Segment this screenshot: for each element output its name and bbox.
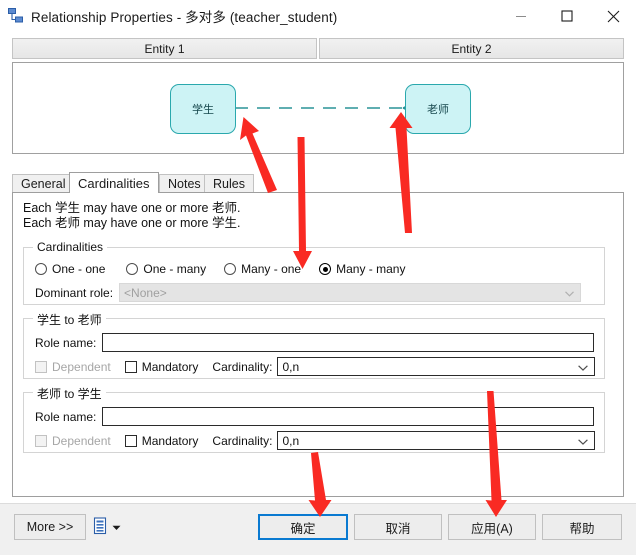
ok-button[interactable]: 确定 [258,514,348,540]
role-name-input-t2s[interactable] [102,407,595,426]
entity-box-teacher-label: 老师 [427,104,449,116]
tab-strip: General Cardinalities Notes Rules [12,172,624,193]
entity-2-button[interactable]: Entity 2 [319,38,624,59]
print-menu-button[interactable] [92,515,134,539]
relationship-diagram-canvas[interactable]: 学生 老师 [12,62,624,154]
ok-button-label: 确定 [290,521,316,536]
radio-one-one-label: One - one [52,262,106,276]
entity-box-student-label: 学生 [192,104,214,116]
description-line-2: Each 老师 may have one or more 学生. [23,216,241,230]
window-title: Relationship Properties - 多对多 (teacher_s… [31,10,338,25]
role-name-label-s2t: Role name: [35,335,97,350]
cardinality-radio-group: One - one One - many Many - one Many - m… [35,262,423,276]
chevron-down-icon [578,360,588,374]
role-name-label-t2s: Role name: [35,409,97,424]
tab-cardinalities[interactable]: Cardinalities [69,172,159,193]
entity-1-label: Entity 1 [144,41,185,56]
radio-many-many-label: Many - many [336,262,406,276]
radio-many-one[interactable]: Many - one [224,262,301,276]
apply-button-label: 应用(A) [471,521,513,536]
radio-many-one-label: Many - one [241,262,302,276]
cardinality-select-t2s[interactable]: 0,n [277,431,595,450]
window-controls [498,0,636,32]
checkbox-dependent-s2t-box [35,360,47,373]
tab-notes-label: Notes [168,177,201,191]
radio-many-many-dot [319,263,332,275]
chevron-down-icon [112,520,121,534]
cardinality-value-t2s: 0,n [282,433,300,448]
role-name-row-t2s: Role name: [35,407,595,426]
print-document-icon [92,516,108,538]
checkbox-mandatory-s2t[interactable]: Mandatory [124,359,199,374]
checkbox-dependent-t2s[interactable]: Dependent [35,434,111,448]
radio-many-many[interactable]: Many - many [319,262,405,276]
radio-one-one[interactable]: One - one [35,262,105,276]
role-group-teacher-to-student: 老师 to 学生 Role name: Dependent Mandatory … [23,385,605,453]
tab-rules[interactable]: Rules [204,174,254,193]
cardinality-label-s2t: Cardinality: [212,359,273,374]
checkbox-dependent-s2t[interactable]: Dependent [35,360,111,374]
checkbox-mandatory-t2s[interactable]: Mandatory [124,433,199,448]
entity-box-teacher[interactable]: 老师 [405,84,471,134]
entity-2-label: Entity 2 [451,41,492,56]
cancel-button[interactable]: 取消 [354,514,442,540]
tab-rules-label: Rules [213,177,245,191]
apply-button[interactable]: 应用(A) [448,514,536,540]
cardinality-label-t2s: Cardinality: [212,433,273,448]
checkbox-mandatory-t2s-box [124,434,137,447]
radio-one-many-dot [126,263,139,275]
checkbox-dependent-t2s-box [35,434,47,447]
role-group-student-to-teacher: 学生 to 老师 Role name: Dependent Mandatory … [23,311,605,379]
minimize-button[interactable] [498,0,544,32]
close-button[interactable] [590,0,636,32]
tab-general-label: General [21,177,66,191]
cardinalities-panel: Each 学生 may have one or more 老师. Each 老师… [12,192,624,497]
maximize-button[interactable] [544,0,590,32]
description-line-1: Each 学生 may have one or more 老师. [23,201,241,215]
role-options-row-t2s: Dependent Mandatory Cardinality: 0,n [35,431,595,450]
radio-one-many[interactable]: One - many [126,262,206,276]
help-button-label: 帮助 [569,521,595,536]
cardinality-select-s2t[interactable]: 0,n [277,357,595,376]
role-name-input-s2t[interactable] [102,333,595,352]
more-button-label: More >> [26,520,74,534]
tab-general[interactable]: General [12,174,75,193]
entity-header-bar: Entity 1 Entity 2 [12,38,624,59]
dominant-role-row: Dominant role: <None> [35,283,595,302]
relationship-properties-window: Relationship Properties - 多对多 (teacher_s… [0,0,636,555]
checkbox-mandatory-s2t-label: Mandatory [141,359,199,374]
radio-one-many-label: One - many [143,262,207,276]
checkbox-mandatory-t2s-label: Mandatory [141,433,199,448]
tab-notes[interactable]: Notes [159,174,210,193]
more-button[interactable]: More >> [14,514,86,540]
cancel-button-label: 取消 [385,521,411,536]
checkbox-dependent-s2t-label: Dependent [52,359,111,374]
radio-many-one-dot [224,263,237,275]
checkbox-mandatory-s2t-box [124,360,137,373]
radio-one-one-dot [35,263,47,275]
chevron-down-icon [565,286,574,300]
role-options-row-s2t: Dependent Mandatory Cardinality: 0,n [35,357,595,376]
relationship-icon [7,7,25,25]
title-bar: Relationship Properties - 多对多 (teacher_s… [0,0,636,32]
cardinality-value-s2t: 0,n [282,359,300,374]
role-group-teacher-to-student-legend: 老师 to 学生 [33,385,106,402]
role-group-student-to-teacher-legend: 学生 to 老师 [33,311,106,328]
dominant-role-select[interactable]: <None> [119,283,582,302]
entity-1-button[interactable]: Entity 1 [12,38,317,59]
relationship-description: Each 学生 may have one or more 老师. Each 老师… [23,201,240,231]
dominant-role-label: Dominant role: [35,285,114,300]
tab-cardinalities-label: Cardinalities [78,175,150,191]
checkbox-dependent-t2s-label: Dependent [52,433,111,448]
role-name-row-s2t: Role name: [35,333,595,352]
help-button[interactable]: 帮助 [542,514,622,540]
dominant-role-value: <None> [124,285,167,300]
entity-box-student[interactable]: 学生 [170,84,236,134]
relationship-link [220,100,418,116]
cardinalities-group-legend: Cardinalities [33,240,108,254]
chevron-down-icon [578,434,588,448]
cardinalities-group: Cardinalities One - one One - many Many … [23,240,605,305]
